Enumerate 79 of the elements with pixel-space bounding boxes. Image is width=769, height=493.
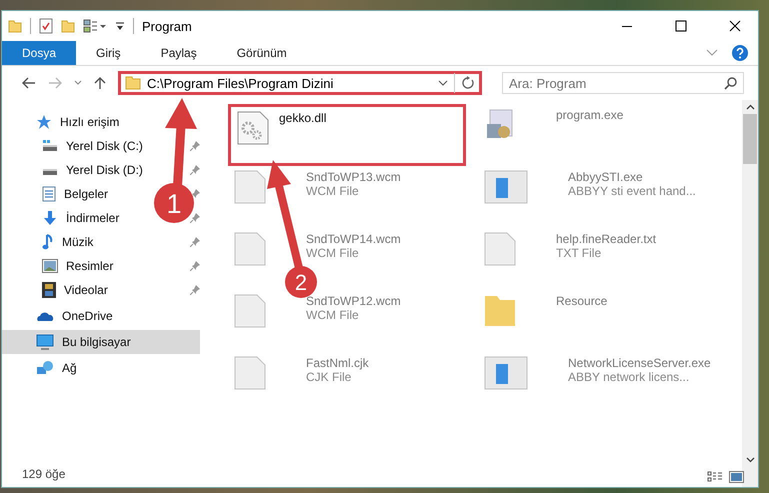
- star-icon: [36, 114, 52, 130]
- refresh-icon[interactable]: [461, 76, 475, 90]
- blank-file-icon: [484, 232, 516, 266]
- customize-caret-icon[interactable]: [115, 21, 125, 31]
- expand-ribbon-icon[interactable]: [706, 49, 718, 57]
- sidebar-item[interactable]: Ağ: [2, 356, 83, 380]
- file-name[interactable]: help.fineReader.txt: [556, 232, 656, 246]
- application-window-icon: [484, 170, 528, 204]
- step-number-badge: 2: [285, 266, 317, 298]
- sidebar-item[interactable]: Yerel Disk (C:): [2, 134, 149, 158]
- file-type: ABBYY sti event hand...: [568, 184, 696, 198]
- details-view-icon[interactable]: [707, 471, 723, 483]
- help-icon[interactable]: [732, 45, 748, 61]
- file-name[interactable]: Resource: [556, 294, 608, 308]
- selected-file-item[interactable]: gekko.dll: [228, 104, 466, 166]
- sidebar-item[interactable]: Müzik: [2, 230, 100, 254]
- sidebar-item[interactable]: Videolar: [2, 278, 114, 302]
- window-title: Program: [142, 18, 192, 34]
- file-type: TXT File: [556, 246, 602, 260]
- scrollbar-thumb[interactable]: [743, 114, 757, 164]
- picture-icon: [42, 259, 58, 273]
- close-icon: [729, 20, 741, 32]
- download-arrow-icon: [42, 210, 58, 226]
- sidebar-item[interactable]: OneDrive: [2, 304, 119, 328]
- file-type: CJK File: [306, 370, 352, 384]
- settings-file-icon: [237, 111, 269, 145]
- blank-file-icon: [234, 232, 266, 266]
- sidebar-item[interactable]: Belgeler: [2, 182, 114, 206]
- document-icon: [42, 186, 56, 202]
- ribbon-tab[interactable]: Görünüm: [216, 41, 307, 65]
- file-name[interactable]: FastNml.cjk: [306, 356, 369, 370]
- search-field[interactable]: Ara: Program: [502, 72, 744, 94]
- recent-caret-icon[interactable]: [74, 80, 82, 86]
- step-number-badge: 1: [154, 183, 194, 223]
- large-icons-view-icon[interactable]: [729, 471, 744, 483]
- folder-icon: [8, 19, 22, 33]
- search-icon: [724, 77, 737, 90]
- ribbon-tab[interactable]: Paylaş: [140, 41, 217, 65]
- file-name[interactable]: NetworkLicenseServer.exe: [568, 356, 711, 370]
- back-arrow-icon[interactable]: [22, 77, 36, 89]
- application-window-icon: [484, 356, 528, 390]
- blank-file-icon: [234, 294, 266, 328]
- monitor-icon: [36, 334, 54, 350]
- folder-icon: [484, 294, 516, 328]
- ribbon-tab[interactable]: Dosya: [2, 41, 76, 65]
- file-type: WCM File: [306, 246, 360, 260]
- music-note-icon: [42, 234, 54, 250]
- drive-icon: [42, 139, 58, 153]
- file-type: WCM File: [306, 308, 360, 322]
- file-name[interactable]: program.exe: [556, 108, 624, 122]
- scroll-up-icon[interactable]: [746, 104, 754, 110]
- blank-file-icon: [234, 356, 266, 390]
- file-type: ABBY network licens...: [568, 370, 690, 384]
- sidebar-item[interactable]: İndirmeler: [2, 206, 126, 230]
- properties-icon[interactable]: [39, 18, 53, 34]
- file-type: WCM File: [306, 184, 360, 198]
- file-name[interactable]: SndToWP14.wcm: [306, 232, 401, 246]
- film-icon: [42, 282, 56, 298]
- dropdown-caret-icon[interactable]: [438, 80, 448, 86]
- sidebar-item[interactable]: Yerel Disk (D:): [2, 158, 149, 182]
- vertical-scrollbar[interactable]: [742, 100, 758, 487]
- view-options-icon[interactable]: [83, 19, 107, 33]
- folder-icon: [125, 76, 141, 90]
- file-name[interactable]: AbbyySTI.exe: [568, 170, 696, 184]
- scroll-down-icon[interactable]: [746, 457, 754, 463]
- sidebar-item[interactable]: Bu bilgisayar: [2, 330, 200, 354]
- blank-file-icon: [234, 170, 266, 204]
- sidebar-item[interactable]: Hızlı erişim: [2, 110, 126, 134]
- item-count: 129 öğe: [21, 467, 66, 481]
- network-icon: [36, 360, 54, 376]
- file-name[interactable]: SndToWP13.wcm: [306, 170, 401, 184]
- ribbon-tab[interactable]: Giriş: [76, 41, 141, 65]
- address-bar[interactable]: C:\Program Files\Program Dizini: [118, 71, 482, 95]
- cloud-icon: [36, 310, 54, 322]
- maximize-icon: [675, 20, 687, 32]
- up-arrow-icon[interactable]: [94, 76, 106, 90]
- file-name[interactable]: gekko.dll: [279, 111, 326, 125]
- minimize-icon: [621, 24, 633, 28]
- sidebar-item[interactable]: Resimler: [2, 254, 120, 278]
